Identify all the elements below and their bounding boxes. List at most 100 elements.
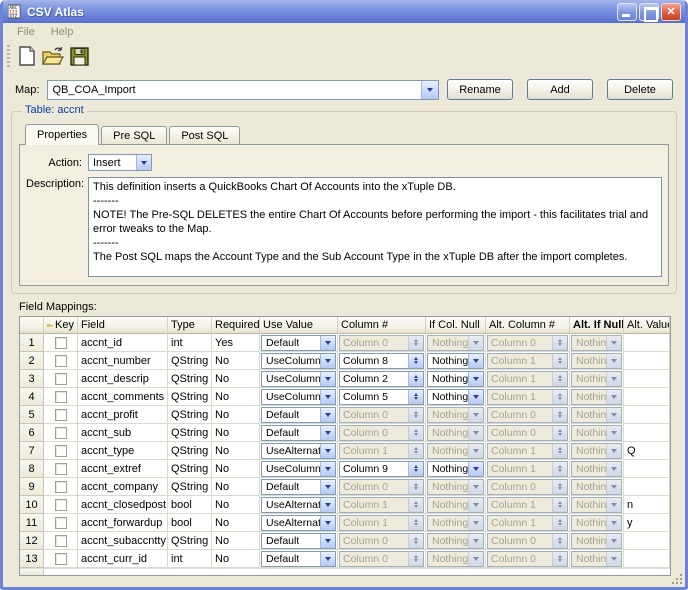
new-file-button[interactable] [14,43,40,69]
field-type-cell: bool [168,514,212,532]
field-type-cell: QString [168,370,212,388]
if-col-null-combo[interactable]: Nothing [427,370,484,387]
column-header[interactable]: Alt. Column # [486,317,570,334]
column-number-spinner[interactable]: Column 8 [339,352,424,369]
key-checkbox[interactable] [54,372,67,385]
row-number[interactable]: 7 [20,442,44,460]
toolbar-drag-handle[interactable] [7,45,10,67]
spinner-arrows-icon [552,425,567,440]
column-header[interactable]: Key [44,317,78,334]
if-col-null-combo[interactable]: Nothing [427,352,484,369]
column-header[interactable]: Use Value [260,317,338,334]
row-number[interactable]: 9 [20,478,44,496]
alt-value-cell[interactable] [624,388,670,406]
delete-button[interactable]: Delete [607,79,673,100]
use-value-combo[interactable]: Default [261,550,336,567]
row-number[interactable]: 13 [20,550,44,568]
use-value-combo[interactable]: UseColumn [261,460,336,477]
row-number[interactable]: 10 [20,496,44,514]
key-checkbox[interactable] [54,534,67,547]
column-header[interactable]: Alt. Value [624,317,670,334]
save-button[interactable] [66,43,92,69]
column-header[interactable]: Type [168,317,212,334]
titlebar[interactable]: ABC 123 XYZ CSV Atlas [3,0,685,23]
use-value-combo[interactable]: Default [261,532,336,549]
map-select[interactable]: QB_COA_Import [47,79,439,100]
row-number[interactable]: 2 [20,352,44,370]
key-cell [44,370,78,388]
alt-value-cell[interactable] [624,406,670,424]
alt-value-cell[interactable] [624,550,670,568]
alt-value-cell[interactable]: Q [624,442,670,460]
key-checkbox[interactable] [54,480,67,493]
row-number[interactable]: 11 [20,514,44,532]
row-number[interactable]: 12 [20,532,44,550]
column-header[interactable] [20,317,44,334]
if-col-null-combo[interactable]: Nothing [427,388,484,405]
use-value-combo[interactable]: UseColumn [261,352,336,369]
key-checkbox[interactable] [54,354,67,367]
key-checkbox[interactable] [54,552,67,565]
alt-value-cell[interactable] [624,460,670,478]
alt-value-cell[interactable] [624,424,670,442]
alt-value-cell[interactable]: y [624,514,670,532]
use-value-combo[interactable]: Default [261,334,336,351]
use-value-combo[interactable]: Default [261,424,336,441]
alt-value-cell[interactable] [624,334,670,352]
maximize-button[interactable] [639,2,659,22]
key-checkbox[interactable] [54,426,67,439]
alt-column-number-spinner: Column 0 [487,334,568,351]
use-value-combo[interactable]: Default [261,406,336,423]
row-number[interactable]: 1 [20,334,44,352]
menu-help[interactable]: Help [43,25,82,39]
row-number[interactable]: 4 [20,388,44,406]
tab-pre-sql[interactable]: Pre SQL [101,126,168,145]
menu-file[interactable]: File [9,25,43,39]
row-number[interactable]: 6 [20,424,44,442]
close-button[interactable] [661,2,681,21]
alt-value-cell[interactable] [624,478,670,496]
tab-post-sql[interactable]: Post SQL [169,126,241,145]
alt-value-cell[interactable] [624,352,670,370]
alt-value-cell[interactable]: n [624,496,670,514]
key-checkbox[interactable] [54,390,67,403]
chevron-down-icon [320,443,335,458]
key-checkbox[interactable] [54,498,67,511]
column-header[interactable]: Field [78,317,168,334]
if-col-null-combo[interactable]: Nothing [427,460,484,477]
key-cell [44,442,78,460]
column-header[interactable]: If Col. Null [426,317,486,334]
key-checkbox[interactable] [54,516,67,529]
column-header[interactable]: Required [212,317,260,334]
use-value-combo[interactable]: Default [261,478,336,495]
use-value-combo[interactable]: UseAlternate [261,514,336,531]
table-row: 11accnt_forwardupboolNoUseAlternateColum… [20,514,670,532]
key-checkbox[interactable] [54,444,67,457]
key-checkbox[interactable] [54,336,67,349]
add-button[interactable]: Add [527,79,593,100]
use-value-combo[interactable]: UseColumn [261,370,336,387]
use-value-combo[interactable]: UseColumn [261,388,336,405]
tab-properties[interactable]: Properties [25,124,100,145]
rename-button[interactable]: Rename [447,79,513,100]
row-number[interactable]: 5 [20,406,44,424]
alt-value-cell[interactable] [624,370,670,388]
minimize-button[interactable] [617,2,637,21]
column-header[interactable]: Column # [338,317,426,334]
action-select[interactable]: Insert [88,154,152,171]
row-number[interactable]: 8 [20,460,44,478]
open-file-button[interactable] [40,43,66,69]
alt-value-cell[interactable] [624,532,670,550]
key-checkbox[interactable] [54,408,67,421]
use-value-combo[interactable]: UseAlternate [261,496,336,513]
use-value-combo[interactable]: UseAlternate [261,442,336,459]
row-number[interactable]: 3 [20,370,44,388]
resize-grip[interactable] [670,572,682,584]
column-number-spinner[interactable]: Column 9 [339,460,424,477]
description-textarea[interactable]: This definition inserts a QuickBooks Cha… [88,177,662,277]
column-number-spinner[interactable]: Column 5 [339,388,424,405]
field-name-cell: accnt_descrip [78,370,168,388]
column-header[interactable]: Alt. If Null [570,317,624,334]
column-number-spinner[interactable]: Column 2 [339,370,424,387]
key-checkbox[interactable] [54,462,67,475]
